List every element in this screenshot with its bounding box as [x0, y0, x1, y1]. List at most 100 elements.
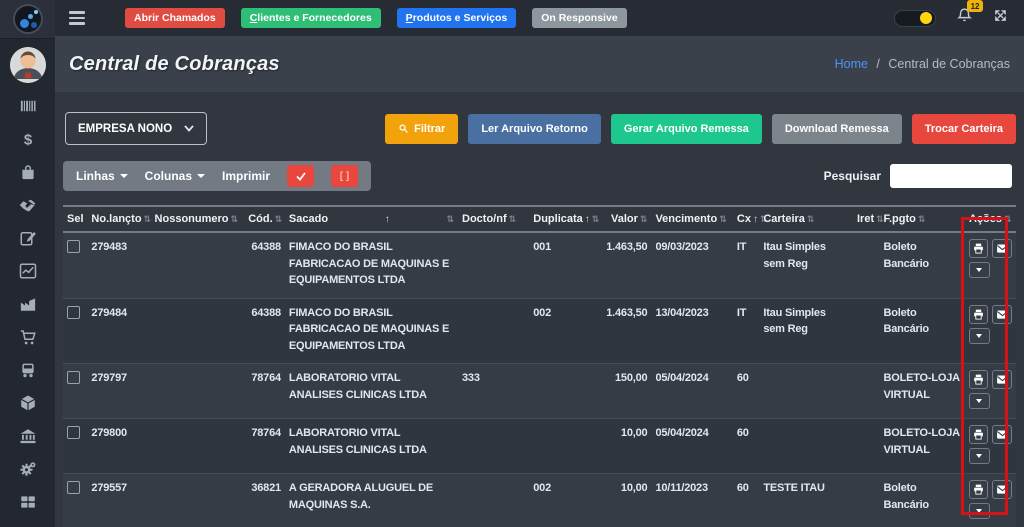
toggle-knob-icon — [920, 12, 932, 24]
print-boleto-button[interactable] — [969, 305, 989, 324]
chart-line-icon[interactable] — [17, 262, 39, 280]
cell-cx: 60 — [733, 364, 759, 419]
cell-cx: 60 — [733, 419, 759, 474]
barcode-icon[interactable] — [17, 97, 39, 115]
shopping-bag-icon[interactable] — [17, 163, 39, 181]
cell-cx: IT — [733, 232, 759, 298]
colunas-dropdown[interactable]: Colunas — [145, 169, 205, 183]
theme-toggle[interactable] — [894, 10, 936, 27]
nav-button-produtos-e-servicos[interactable]: Produtos e Serviços — [397, 8, 517, 28]
cell-iret — [853, 474, 879, 527]
cell-carteira: Itau Simples sem Reg — [759, 232, 853, 298]
notifications-bell-icon[interactable]: 12 — [956, 7, 973, 29]
gerar-arquivo-remessa-button[interactable]: Gerar Arquivo Remessa — [611, 114, 762, 144]
row-checkbox[interactable] — [67, 481, 80, 494]
chart-area-icon[interactable] — [17, 295, 39, 313]
send-email-button[interactable] — [992, 370, 1012, 389]
sort-asc-icon: ↑ — [753, 214, 758, 225]
trocar-carteira-button[interactable]: Trocar Carteira — [912, 114, 1016, 144]
nav-button-on-responsive[interactable]: On Responsive — [532, 8, 626, 28]
column-header-sel[interactable]: Sel — [63, 206, 87, 232]
send-email-button[interactable] — [992, 305, 1012, 324]
column-header-sacado[interactable]: Sacado↑⇅ — [285, 206, 458, 232]
confirm-check-button[interactable] — [287, 165, 314, 187]
column-header-vencimento[interactable]: Vencimento⇅ — [651, 206, 732, 232]
chevron-down-icon — [976, 268, 982, 272]
user-avatar[interactable] — [10, 47, 46, 83]
column-header-iret[interactable]: Iret⇅ — [853, 206, 879, 232]
send-email-button[interactable] — [992, 239, 1012, 258]
column-header-docto[interactable]: Docto/nf⇅ — [458, 206, 529, 232]
edit-icon[interactable] — [17, 229, 39, 247]
brackets-button[interactable]: [ ] — [331, 165, 358, 187]
column-header-acoes[interactable]: Ações⇅ — [965, 206, 1016, 232]
breadcrumb: Home / Central de Cobranças — [835, 57, 1010, 71]
fullscreen-expand-icon[interactable] — [993, 8, 1008, 28]
linhas-dropdown[interactable]: Linhas — [76, 169, 128, 183]
row-checkbox[interactable] — [67, 240, 80, 253]
gears-icon[interactable] — [17, 460, 39, 478]
dollar-sign-icon[interactable]: $ — [17, 130, 39, 148]
cell-valor: 10,00 — [592, 419, 651, 474]
more-actions-button[interactable] — [969, 393, 990, 409]
notification-badge: 12 — [967, 0, 983, 12]
cell-lancto: 279797 — [87, 364, 150, 419]
cell-docto — [458, 419, 529, 474]
more-actions-button[interactable] — [969, 503, 990, 519]
table-grid-icon[interactable] — [17, 493, 39, 511]
shopping-cart-icon[interactable] — [17, 328, 39, 346]
column-header-nossonumero[interactable]: Nossonumero⇅ — [151, 206, 245, 232]
print-boleto-button[interactable] — [969, 480, 989, 499]
company-select[interactable]: EMPRESA NONO — [65, 112, 207, 145]
nav-button-abrir-chamados[interactable]: Abrir Chamados — [125, 8, 225, 28]
ler-arquivo-retorno-button[interactable]: Ler Arquivo Retorno — [468, 114, 601, 144]
column-header-cod[interactable]: Cód.⇅ — [244, 206, 285, 232]
print-boleto-button[interactable] — [969, 370, 989, 389]
bank-icon[interactable] — [17, 427, 39, 445]
page-title: Central de Cobranças — [69, 53, 280, 76]
company-select-value: EMPRESA NONO — [78, 123, 172, 135]
sort-icon: ⇅ — [509, 214, 517, 224]
column-header-cx[interactable]: Cx↑⇅ — [733, 206, 759, 232]
cell-nossonumero — [151, 419, 245, 474]
table-row: 27948464388FIMACO DO BRASIL FABRICACAO D… — [63, 298, 1016, 364]
column-header-lancto[interactable]: No.lançto⇅ — [87, 206, 150, 232]
row-checkbox[interactable] — [67, 306, 80, 319]
app-logo[interactable] — [0, 0, 55, 39]
handshake-icon[interactable] — [17, 196, 39, 214]
truck-icon[interactable] — [17, 361, 39, 379]
more-actions-button[interactable] — [969, 328, 990, 344]
cube-icon[interactable] — [17, 394, 39, 412]
search-input[interactable] — [890, 164, 1012, 188]
envelope-icon — [996, 373, 1009, 386]
breadcrumb-home-link[interactable]: Home — [835, 57, 868, 71]
send-email-button[interactable] — [992, 480, 1012, 499]
row-checkbox[interactable] — [67, 371, 80, 384]
cell-docto — [458, 298, 529, 364]
download-remessa-button[interactable]: Download Remessa — [772, 114, 902, 144]
cell-nossonumero — [151, 298, 245, 364]
sort-icon: ⇅ — [592, 214, 600, 224]
imprimir-button[interactable]: Imprimir — [222, 169, 270, 183]
cell-valor: 1.463,50 — [592, 298, 651, 364]
column-header-duplicata[interactable]: Duplicata↑⇅ — [529, 206, 592, 232]
more-actions-button[interactable] — [969, 448, 990, 464]
main-content: EMPRESA NONO Filtrar Ler Arquivo Retorno G… — [55, 92, 1024, 527]
menu-icon[interactable] — [69, 11, 85, 25]
cell-duplicata: 001 — [529, 232, 592, 298]
chevron-down-icon — [120, 174, 128, 178]
more-actions-button[interactable] — [969, 262, 990, 278]
column-header-fpgto[interactable]: F.pgto⇅ — [879, 206, 965, 232]
topbar: Abrir Chamados Clientes e Fornecedores Pro… — [55, 0, 1024, 36]
nav-button-clientes-e-fornecedores[interactable]: Clientes e Fornecedores — [241, 8, 381, 28]
column-header-carteira[interactable]: Carteira⇅ — [759, 206, 853, 232]
cell-lancto: 279483 — [87, 232, 150, 298]
column-header-valor[interactable]: Valor⇅ — [592, 206, 651, 232]
print-boleto-button[interactable] — [969, 239, 989, 258]
cell-cod: 78764 — [244, 419, 285, 474]
filtrar-button[interactable]: Filtrar — [385, 114, 458, 144]
send-email-button[interactable] — [992, 425, 1012, 444]
globe-logo-icon — [13, 4, 43, 34]
row-checkbox[interactable] — [67, 426, 80, 439]
print-boleto-button[interactable] — [969, 425, 989, 444]
